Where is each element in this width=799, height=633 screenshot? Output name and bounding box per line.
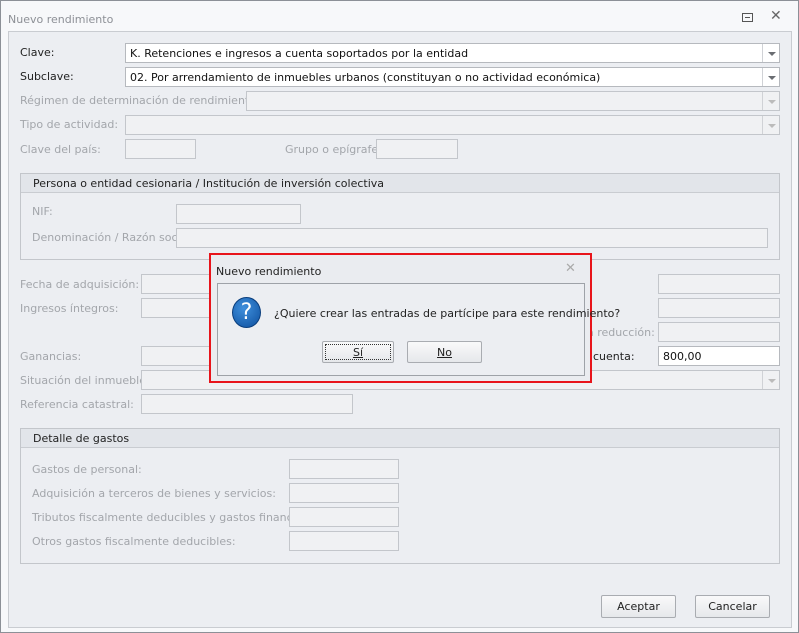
referencia-catastral-input[interactable] bbox=[141, 394, 353, 414]
reduccion-input[interactable] bbox=[658, 322, 780, 342]
otros-gastos-label: Otros gastos fiscalmente deducibles: bbox=[32, 535, 236, 548]
main-window: Nuevo rendimiento ✕ Clave: K. Retencione… bbox=[0, 0, 799, 633]
cuenta-label: cuenta: bbox=[593, 350, 635, 363]
dialog-message: ¿Quiere crear las entradas de partícipe … bbox=[274, 307, 621, 320]
right-input-1[interactable] bbox=[658, 274, 780, 294]
adquisicion-terceros-label: Adquisición a terceros de bienes y servi… bbox=[32, 487, 276, 500]
window-title: Nuevo rendimiento bbox=[8, 13, 114, 26]
no-button[interactable]: No bbox=[407, 341, 482, 363]
subclave-select[interactable]: 02. Por arrendamiento de inmuebles urban… bbox=[125, 67, 780, 87]
clave-value: K. Retenciones e ingresos a cuenta sopor… bbox=[130, 47, 469, 60]
adquisicion-terceros-input[interactable] bbox=[289, 483, 399, 503]
tributos-label: Tributos fiscalmente deducibles y gastos… bbox=[32, 511, 323, 524]
chevron-down-icon[interactable] bbox=[762, 44, 779, 62]
ganancias-label: Ganancias: bbox=[20, 350, 82, 363]
cuenta-value: 800,00 bbox=[663, 350, 702, 363]
accept-button[interactable]: Aceptar bbox=[601, 595, 676, 618]
tipo-actividad-label: Tipo de actividad: bbox=[20, 118, 119, 131]
subclave-value: 02. Por arrendamiento de inmuebles urban… bbox=[130, 71, 601, 84]
persona-group-title: Persona o entidad cesionaria / Instituci… bbox=[21, 174, 779, 193]
reduccion-label: a reducción: bbox=[587, 326, 655, 339]
fecha-adquisicion-label: Fecha de adquisición: bbox=[20, 278, 140, 291]
dialog-body: ? ¿Quiere crear las entradas de partícip… bbox=[217, 283, 620, 376]
ingresos-integros-label: Ingresos íntegros: bbox=[20, 302, 119, 315]
subclave-label: Subclave: bbox=[20, 70, 74, 83]
right-input-2[interactable] bbox=[658, 298, 780, 318]
gastos-personal-input[interactable] bbox=[289, 459, 399, 479]
nif-label: NIF: bbox=[32, 205, 53, 218]
question-icon: ? bbox=[232, 297, 261, 328]
referencia-catastral-label: Referencia catastral: bbox=[20, 398, 134, 411]
tipo-actividad-select[interactable] bbox=[125, 115, 780, 135]
clave-pais-input[interactable] bbox=[125, 139, 196, 159]
gastos-personal-label: Gastos de personal: bbox=[32, 463, 142, 476]
denominacion-label: Denominación / Razón social: bbox=[32, 231, 195, 244]
cancel-button[interactable]: Cancelar bbox=[695, 595, 770, 618]
nif-input[interactable] bbox=[176, 204, 301, 224]
grupo-epigrafe-label: Grupo o epígrafe: bbox=[285, 143, 382, 156]
chevron-down-icon bbox=[762, 116, 779, 134]
cuenta-input[interactable]: 800,00 bbox=[658, 346, 780, 366]
close-icon[interactable]: ✕ bbox=[565, 261, 576, 276]
yes-button[interactable]: Sí bbox=[322, 341, 394, 363]
denominacion-input[interactable] bbox=[176, 228, 768, 248]
dialog-title: Nuevo rendimiento bbox=[216, 265, 322, 278]
clave-select[interactable]: K. Retenciones e ingresos a cuenta sopor… bbox=[125, 43, 780, 63]
gastos-group-title: Detalle de gastos bbox=[21, 429, 779, 448]
grupo-epigrafe-input[interactable] bbox=[376, 139, 458, 159]
chevron-down-icon bbox=[762, 371, 779, 389]
tributos-input[interactable] bbox=[289, 507, 399, 527]
regimen-label: Régimen de determinación de rendimientos… bbox=[20, 94, 266, 107]
regimen-select[interactable] bbox=[246, 91, 780, 111]
otros-gastos-input[interactable] bbox=[289, 531, 399, 551]
confirm-dialog: Nuevo rendimiento ✕ ? ¿Quiere crear las … bbox=[209, 253, 620, 383]
chevron-down-icon bbox=[762, 92, 779, 110]
clave-label: Clave: bbox=[20, 46, 55, 59]
clave-pais-label: Clave del país: bbox=[20, 143, 101, 156]
close-icon[interactable]: ✕ bbox=[770, 8, 782, 24]
chevron-down-icon[interactable] bbox=[762, 68, 779, 86]
restore-icon[interactable] bbox=[742, 13, 753, 22]
situacion-inmueble-label: Situación del inmueble: bbox=[20, 374, 150, 387]
